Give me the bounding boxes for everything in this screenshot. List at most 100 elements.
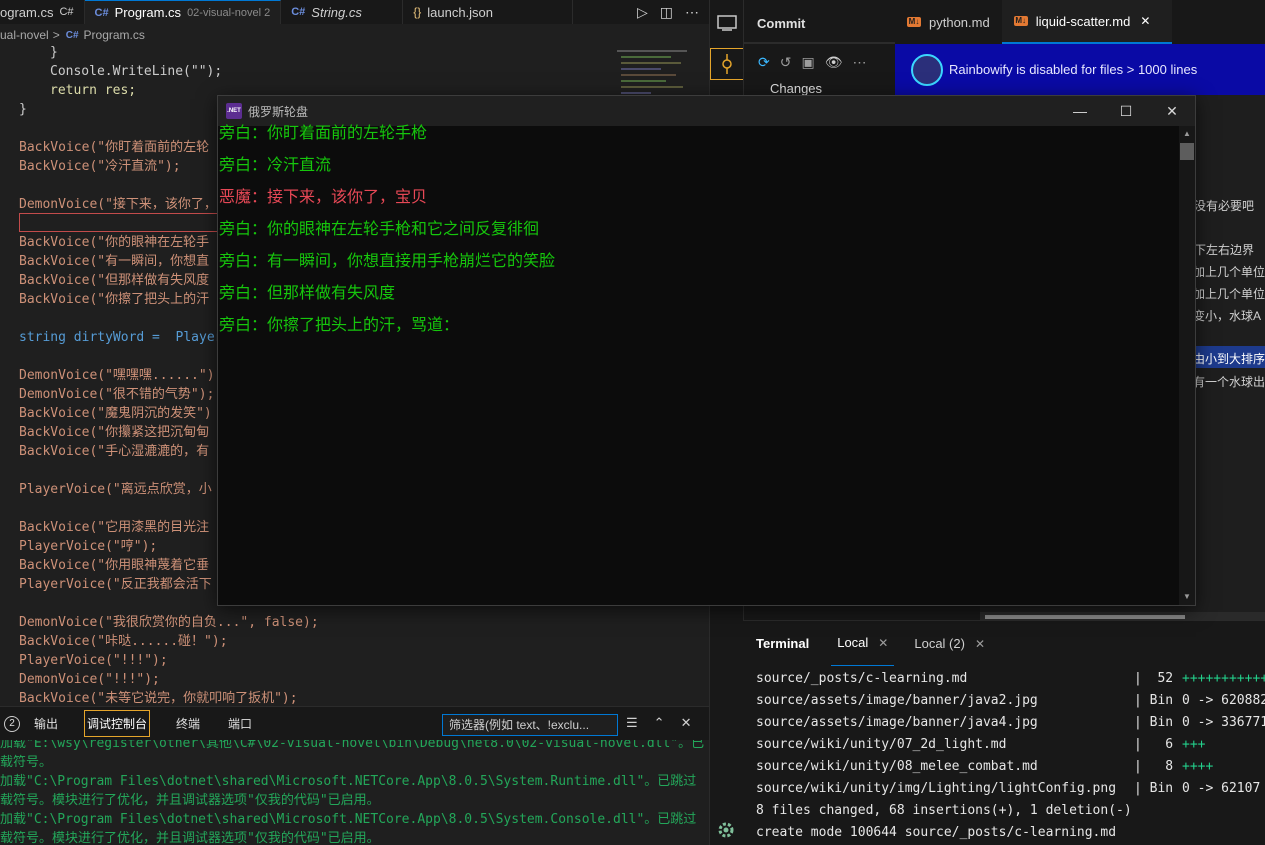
code-line: BackVoice("咔哒......碰！"); xyxy=(19,634,228,649)
output-line: 加载"C:\Program Files\dotnet\shared\Micros… xyxy=(0,774,697,789)
console-scrollbar[interactable] xyxy=(1179,126,1195,605)
tab-program-cs-2[interactable]: C# Program.cs 02-visual-novel 2 xyxy=(84,0,282,24)
console-line: 旁白：但那样做有失风度 xyxy=(219,285,396,302)
list-icon[interactable]: ☰ xyxy=(626,715,638,731)
maximize-button[interactable]: ☐ xyxy=(1103,96,1149,126)
tab-python-md[interactable]: M↓ python.md xyxy=(895,0,1002,44)
scrollbar-thumb[interactable] xyxy=(1180,143,1194,160)
tab-terminal-local[interactable]: Local ✕ xyxy=(831,621,895,667)
chevron-up-icon[interactable]: ⌃ xyxy=(654,715,665,731)
markdown-fragment: 由小到大排序 xyxy=(1193,352,1265,366)
more-actions-icon[interactable]: ⋯ xyxy=(685,4,699,21)
scrollbar-thumb[interactable] xyxy=(985,615,1185,619)
tab-label: python.md xyxy=(929,14,990,30)
tab-string-cs[interactable]: C# String.cs xyxy=(281,0,404,24)
tab-debug-console[interactable]: 调试控制台 xyxy=(84,710,151,737)
code-line: DemonVoice("!!!"); xyxy=(19,672,160,687)
markdown-fragment: 加上几个单位 xyxy=(1193,287,1265,301)
close-icon[interactable]: ✕ xyxy=(975,637,985,651)
panel-tab-bar: 2 输出 调试控制台 终端 端口 筛选器(例如 text、!exclu... ☰… xyxy=(0,706,709,740)
terminal-output[interactable]: source/_posts/c-learning.md | 52 ++++++++… xyxy=(743,666,1265,845)
code-line: DemonVoice("我很欣赏你的自负...", false); xyxy=(19,615,319,630)
tab-lang: C# xyxy=(59,6,74,18)
terminal-line: source/assets/image/banner/java2.jpg | Bi… xyxy=(756,693,1265,708)
close-icon[interactable]: ✕ xyxy=(681,715,692,731)
code-line: BackVoice("它用漆黑的目光注 xyxy=(19,520,210,535)
code-line: BackVoice("你的眼神在左轮手 xyxy=(19,235,210,250)
csharp-icon: C# xyxy=(291,6,306,18)
code-line: } xyxy=(50,46,58,60)
csharp-icon: C# xyxy=(65,29,79,41)
tab-ports[interactable]: 端口 xyxy=(226,711,254,736)
highlighted-line-box xyxy=(19,213,229,232)
remote-explorer-icon[interactable] xyxy=(716,14,738,32)
markdown-icon: M↓ xyxy=(1013,16,1028,26)
rainbowify-logo-icon xyxy=(911,53,943,86)
split-editor-icon[interactable]: ◫ xyxy=(660,4,673,21)
tab-terminal[interactable]: 终端 xyxy=(174,711,202,736)
console-line: 旁白：你擦了把头上的汗，骂道： xyxy=(219,317,460,334)
terminal-line: source/wiki/unity/08_melee_combat.md | 8 … xyxy=(756,759,1214,774)
console-line: 旁白：有一瞬间，你想直接用手枪崩烂它的笑脸 xyxy=(219,253,556,270)
close-icon[interactable]: ✕ xyxy=(878,636,888,650)
code-line: string dirtyWord = Player xyxy=(19,330,223,345)
code-line: BackVoice("你擦了把头上的汗 xyxy=(19,292,210,307)
tab-label: Program.cs xyxy=(114,5,182,20)
more-icon[interactable]: ⋯ xyxy=(852,54,866,71)
code-line: BackVoice("你用眼神蔑着它垂 xyxy=(19,558,210,573)
scroll-up-icon[interactable]: ▲ xyxy=(1180,129,1194,138)
code-line: BackVoice("你盯着面前的左轮 xyxy=(19,140,210,155)
tab-launch-json[interactable]: {} launch.json xyxy=(403,0,574,24)
tab-label: ogram.cs xyxy=(0,4,54,20)
source-control-icon[interactable] xyxy=(710,48,744,80)
close-button[interactable]: ✕ xyxy=(1149,96,1195,126)
changes-header[interactable]: Changes xyxy=(770,81,822,96)
markdown-fragment: 加上几个单位 xyxy=(1193,265,1265,279)
code-line: DemonVoice("很不错的气势"); xyxy=(19,387,215,402)
terminal-create-line: create mode 100644 source/_posts/c-learn… xyxy=(756,825,1117,840)
console-line: 旁白：你盯着面前的左轮手枪 xyxy=(219,125,428,142)
output-line: 载符号。模块进行了优化，并且调试器选项"仅我的代码"已启用。 xyxy=(0,831,380,845)
output-line: 载符号。模块进行了优化，并且调试器选项"仅我的代码"已启用。 xyxy=(0,793,380,808)
tab-liquid-scatter-md[interactable]: M↓ liquid-scatter.md ✕ xyxy=(1001,0,1172,44)
terminal-line: source/_posts/c-learning.md | 52 ++++++++… xyxy=(756,671,1265,686)
code-line: BackVoice("未等它说完，你就叩响了扳机"); xyxy=(19,691,298,706)
minimize-button[interactable]: — xyxy=(1057,96,1103,126)
tab-label: Local (2) xyxy=(914,636,965,651)
console-line: 旁白：冷汗直流 xyxy=(219,157,332,174)
gear-icon[interactable] xyxy=(715,820,737,840)
terminal-line: source/wiki/unity/img/Lighting/lightConf… xyxy=(756,781,1261,796)
breadcrumb-folder[interactable]: ual-novel xyxy=(0,28,49,42)
tab-program-cs-1[interactable]: ogram.cs C# xyxy=(0,0,85,24)
markdown-fragment: 变小，水球A xyxy=(1193,309,1262,323)
scroll-down-icon[interactable]: ▼ xyxy=(1180,592,1194,601)
tab-label: liquid-scatter.md xyxy=(1035,13,1131,29)
json-icon: {} xyxy=(413,5,422,19)
code-line: PlayerVoice("反正我都会活下 xyxy=(19,577,212,592)
filter-input[interactable]: 筛选器(例如 text、!exclu... xyxy=(442,714,618,736)
code-line: PlayerVoice("离远点欣赏，小 xyxy=(19,482,212,497)
console-output[interactable]: 旁白：你盯着面前的左轮手枪 旁白：冷汗直流 恶魔：接下来，该你了，宝贝 旁白：你… xyxy=(218,126,1178,605)
console-window[interactable]: .NET 俄罗斯轮盘 — ☐ ✕ 旁白：你盯着面前的左轮手枪 旁白：冷汗直流 恶… xyxy=(217,95,1196,606)
tab-terminal-local-2[interactable]: Local (2) ✕ xyxy=(908,621,991,667)
terminal-line: source/assets/image/banner/java4.jpg | Bi… xyxy=(756,715,1265,730)
code-line: DemonVoice("接下来，该你了， xyxy=(19,197,217,212)
tab-label: launch.json xyxy=(427,4,494,20)
eye-icon[interactable]: 👁 xyxy=(825,54,843,71)
refresh-icon[interactable]: ⟳ xyxy=(758,54,770,71)
output-line: 载符号。 xyxy=(0,755,53,770)
close-icon[interactable]: ✕ xyxy=(1140,14,1150,28)
stash-icon[interactable]: ▣ xyxy=(801,54,814,71)
output-line: 加载"E:\wsy\register\other\其他\C#\02-visual… xyxy=(0,740,705,751)
run-debug-icon[interactable]: ▷ xyxy=(637,4,648,21)
console-title-bar[interactable]: .NET 俄罗斯轮盘 — ☐ ✕ xyxy=(218,96,1195,126)
history-icon[interactable]: ↺ xyxy=(780,54,792,71)
tab-output[interactable]: 输出 xyxy=(32,711,60,736)
code-line: return res; xyxy=(50,83,137,98)
terminal-summary: 8 files changed, 68 insertions(+), 1 del… xyxy=(756,803,1132,818)
code-line: BackVoice("冷汗直流"); xyxy=(19,159,181,174)
code-line: BackVoice("但那样做有失风度 xyxy=(19,273,210,288)
debug-console-output[interactable]: 加载"E:\wsy\register\other\其他\C#\02-visual… xyxy=(0,740,709,845)
problems-count-badge[interactable]: 2 xyxy=(4,715,20,732)
breadcrumb-file[interactable]: Program.cs xyxy=(84,28,145,42)
